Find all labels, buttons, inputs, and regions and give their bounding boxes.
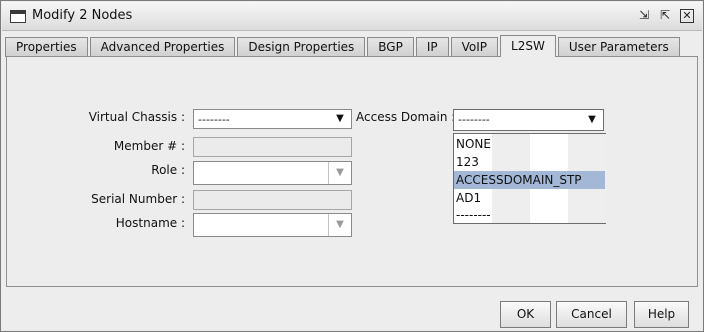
tab-design-properties[interactable]: Design Properties: [237, 37, 366, 57]
role-select[interactable]: ▼: [193, 161, 352, 185]
tab-ip[interactable]: IP: [415, 37, 449, 57]
option-none[interactable]: NONE: [454, 135, 605, 153]
option-accessdomain-stp[interactable]: ACCESSDOMAIN_STP: [454, 171, 605, 189]
member-field[interactable]: [193, 137, 352, 157]
chevron-down-icon[interactable]: ▼: [329, 110, 351, 128]
access-domain-value: --------: [458, 113, 490, 126]
tab-voip[interactable]: VoIP: [450, 37, 499, 57]
ok-button[interactable]: OK: [500, 301, 551, 328]
dialog-window: Modify 2 Nodes ⇲ ⇱ ✕ Properties Advanced…: [0, 0, 704, 332]
serial-number-field[interactable]: [193, 190, 352, 210]
access-domain-label: Access Domain :: [356, 110, 456, 124]
tab-bgp[interactable]: BGP: [367, 37, 414, 57]
tab-properties[interactable]: Properties: [5, 37, 88, 57]
access-domain-select[interactable]: -------- ▼: [453, 109, 604, 131]
tab-user-parameters[interactable]: User Parameters: [557, 37, 680, 57]
help-button[interactable]: Help: [634, 301, 689, 328]
option-dashes[interactable]: --------: [454, 206, 605, 224]
virtual-chassis-value: --------: [198, 113, 230, 126]
window-icon: [10, 10, 26, 23]
role-label: Role :: [151, 163, 185, 177]
option-123[interactable]: 123: [454, 153, 605, 171]
maximize-icon[interactable]: ⇱: [657, 7, 673, 23]
close-icon[interactable]: ✕: [680, 9, 694, 23]
tab-advanced-properties[interactable]: Advanced Properties: [89, 37, 236, 57]
serial-number-label: Serial Number :: [91, 192, 185, 206]
hostname-select[interactable]: ▼: [193, 213, 352, 237]
access-domain-dropdown-list: NONE 123 ACCESSDOMAIN_STP AD1 --------: [453, 133, 606, 224]
tab-strip: Properties Advanced Properties Design Pr…: [5, 35, 682, 57]
chevron-down-icon[interactable]: ▼: [328, 162, 351, 184]
option-ad1[interactable]: AD1: [454, 189, 605, 207]
virtual-chassis-label: Virtual Chassis :: [88, 110, 185, 124]
member-label: Member # :: [113, 139, 185, 153]
hostname-label: Hostname :: [115, 216, 185, 230]
minimize-icon[interactable]: ⇲: [636, 7, 652, 23]
chevron-down-icon[interactable]: ▼: [581, 110, 603, 130]
cancel-button[interactable]: Cancel: [556, 301, 627, 328]
window-title: Modify 2 Nodes: [32, 8, 133, 23]
title-bar: Modify 2 Nodes ⇲ ⇱ ✕: [2, 2, 702, 31]
chevron-down-icon[interactable]: ▼: [328, 214, 351, 236]
tab-l2sw[interactable]: L2SW: [500, 35, 556, 57]
virtual-chassis-select[interactable]: -------- ▼: [193, 109, 352, 129]
